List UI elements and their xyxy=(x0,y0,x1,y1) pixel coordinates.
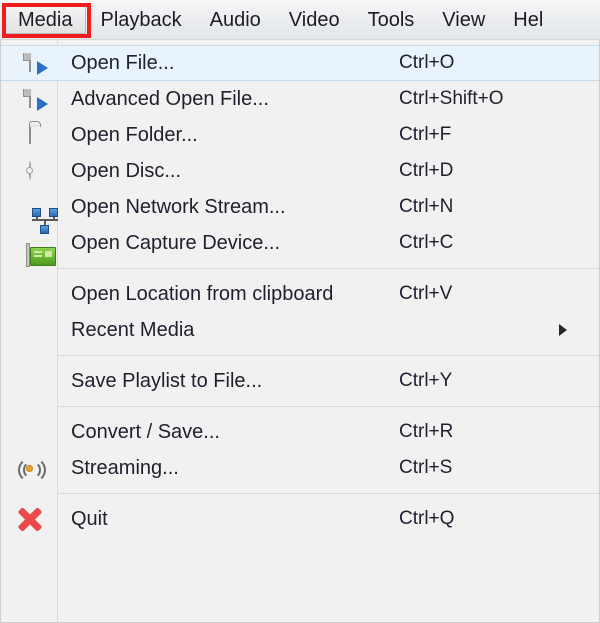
menu-separator xyxy=(58,406,599,407)
menu-item-icon-cell xyxy=(1,125,58,144)
menu-item-quit[interactable]: Quit Ctrl+Q xyxy=(1,501,599,537)
menu-item-label: Streaming... xyxy=(71,456,179,479)
menu-item-label: Open Folder... xyxy=(71,123,198,146)
menu-item-label: Open Disc... xyxy=(71,159,182,182)
menu-item-shortcut: Ctrl+Shift+O xyxy=(399,88,504,109)
menu-item-open-location-from-clipboard[interactable]: Open Location from clipboard Ctrl+V xyxy=(1,276,599,312)
menu-item-shortcut: Ctrl+Q xyxy=(399,508,455,529)
menubar-item-playback[interactable]: Playback xyxy=(86,6,195,34)
menubar-item-view[interactable]: View xyxy=(428,6,499,34)
menu-item-list: Open File... Ctrl+O Advanced Open File... C… xyxy=(1,40,599,537)
submenu-arrow-cell xyxy=(559,324,599,336)
media-dropdown-menu: Open File... Ctrl+O Advanced Open File... C… xyxy=(0,40,600,623)
menu-item-shortcut: Ctrl+O xyxy=(399,52,455,73)
menu-item-shortcut: Ctrl+F xyxy=(399,124,452,145)
menu-item-label: Open Network Stream... xyxy=(71,195,286,218)
menu-item-label: Quit xyxy=(71,507,108,530)
vlc-media-menu-screenshot: Media Playback Audio Video Tools View Hel Open… xyxy=(0,0,600,623)
menu-item-shortcut: Ctrl+R xyxy=(399,421,454,442)
menu-item-label: Open Location from clipboard xyxy=(71,282,334,305)
menu-item-label: Open Capture Device... xyxy=(71,231,280,254)
menu-item-save-playlist-to-file[interactable]: Save Playlist to File... Ctrl+Y xyxy=(1,363,599,399)
menu-separator xyxy=(58,268,599,269)
menu-item-icon-cell xyxy=(1,89,58,111)
menubar-item-hel[interactable]: Hel xyxy=(499,6,557,34)
menubar-item-audio[interactable]: Audio xyxy=(196,6,275,34)
menu-item-shortcut: Ctrl+N xyxy=(399,196,454,217)
menubar-item-tools[interactable]: Tools xyxy=(354,6,429,34)
menu-item-streaming[interactable]: Streaming... Ctrl+S xyxy=(1,450,599,486)
menubar-item-video[interactable]: Video xyxy=(275,6,354,34)
menu-item-shortcut: Ctrl+D xyxy=(399,160,454,181)
disc-icon xyxy=(28,161,31,180)
menu-item-label: Open File... xyxy=(71,51,175,74)
menu-item-shortcut: Ctrl+Y xyxy=(399,370,453,391)
menu-item-label: Advanced Open File... xyxy=(71,87,269,110)
menubar-item-media[interactable]: Media xyxy=(4,5,87,34)
menu-separator xyxy=(58,355,599,356)
media-file-icon xyxy=(28,89,48,111)
menu-item-shortcut: Ctrl+S xyxy=(399,457,453,478)
menu-item-convert-save[interactable]: Convert / Save... Ctrl+R xyxy=(1,414,599,450)
menu-item-open-disc[interactable]: Open Disc... Ctrl+D xyxy=(1,153,599,189)
menu-item-label: Recent Media xyxy=(71,318,195,341)
menu-item-open-file[interactable]: Open File... Ctrl+O xyxy=(1,45,599,81)
menu-item-label: Convert / Save... xyxy=(71,420,220,443)
menu-item-recent-media[interactable]: Recent Media xyxy=(1,312,599,348)
media-file-icon xyxy=(28,53,48,75)
menu-item-icon-cell xyxy=(1,53,58,75)
menu-item-advanced-open-file[interactable]: Advanced Open File... Ctrl+Shift+O xyxy=(1,81,599,117)
menu-bar: Media Playback Audio Video Tools View Hel xyxy=(0,0,600,40)
menu-item-label: Save Playlist to File... xyxy=(71,369,263,392)
menu-item-icon-cell xyxy=(1,161,58,180)
menu-item-open-network-stream[interactable]: Open Network Stream... Ctrl+N xyxy=(1,189,599,234)
menu-item-open-folder[interactable]: Open Folder... Ctrl+F xyxy=(1,117,599,153)
chevron-right-icon xyxy=(559,324,567,336)
menu-item-open-capture-device[interactable]: Open Capture Device... Ctrl+C xyxy=(1,225,599,267)
menu-item-shortcut: Ctrl+C xyxy=(399,232,454,253)
menu-separator xyxy=(58,493,599,494)
menu-item-shortcut: Ctrl+V xyxy=(399,283,453,304)
folder-icon xyxy=(28,125,31,144)
